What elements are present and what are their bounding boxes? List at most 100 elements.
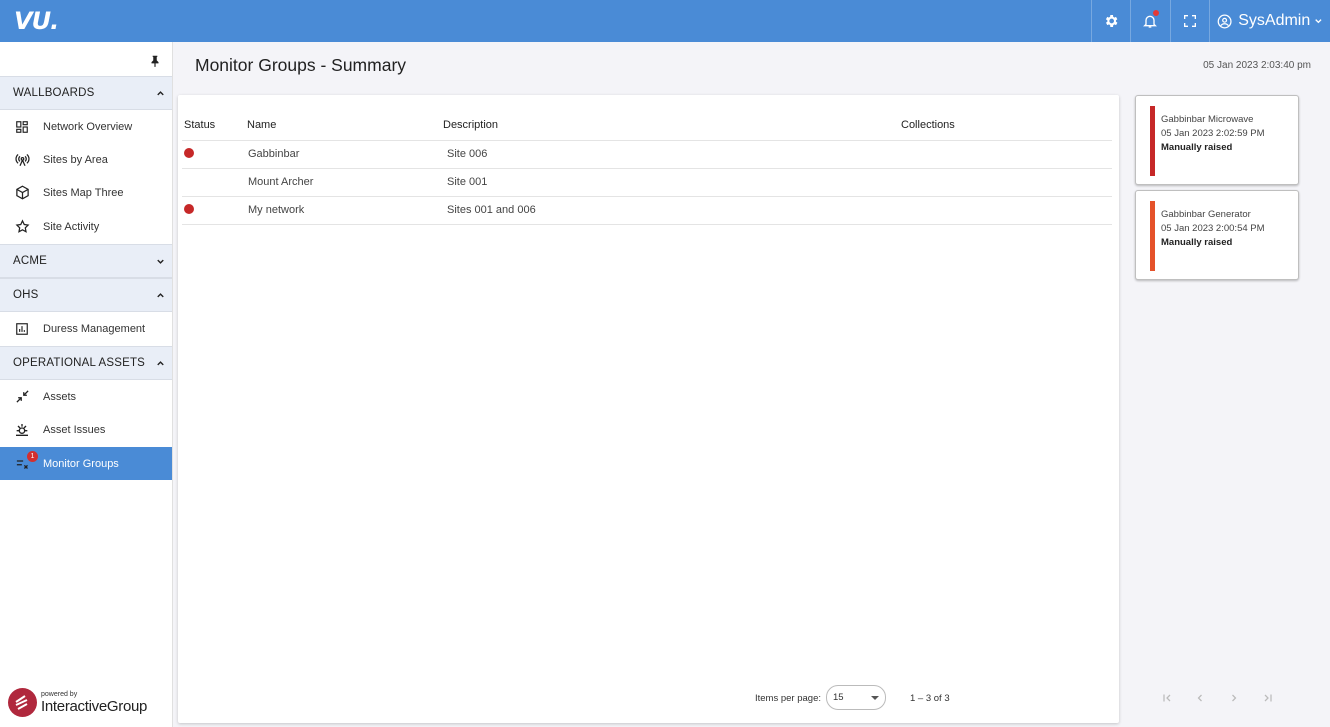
chevron-down-icon [1315,19,1322,24]
notification-badge: 1 [27,450,38,462]
column-header-description[interactable]: Description [443,111,901,141]
alert-title: Gabbinbar Microwave [1161,114,1254,125]
alarm-status-dot [184,203,194,214]
gear-icon [1105,15,1118,27]
app-logo[interactable]: VU. [14,7,59,35]
monitor-groups-table: Status Name Description Collections Gabb… [182,111,1112,225]
chevron-up-icon [157,91,164,96]
user-name: SysAdmin [1238,12,1311,29]
alert-note: Manually raised [1161,237,1233,248]
name-cell: Mount Archer [247,168,443,197]
compress-icon [14,389,30,405]
table-row[interactable]: My network Sites 001 and 006 [182,196,1112,225]
current-timestamp: 05 Jan 2023 2:03:40 pm [1203,60,1311,71]
column-header-status[interactable]: Status [182,111,247,141]
top-bar: VU. SysAdmin [0,0,1330,42]
sidebar-item-site-activity[interactable]: Site Activity [0,210,172,243]
collections-cell [901,168,1112,197]
chevron-left-icon [1197,694,1202,702]
alert-time: 05 Jan 2023 2:00:54 PM [1161,223,1265,234]
sidebar-item-assets[interactable]: Assets [0,380,172,413]
alert-time: 05 Jan 2023 2:02:59 PM [1161,128,1265,139]
powered-by-text: powered by [41,690,78,698]
previous-page-button[interactable] [1191,689,1209,707]
status-cell [182,140,247,169]
alert-card[interactable]: Gabbinbar Generator 05 Jan 2023 2:00:54 … [1135,190,1299,280]
chevron-up-icon [157,293,164,298]
sidebar-item-label: Sites by Area [43,153,108,166]
brand-name: InteractiveGroup [41,697,148,715]
interactive-group-logo-icon [8,688,37,717]
section-wallboards[interactable]: WALLBOARDS [0,76,172,110]
chevron-right-icon [1232,694,1237,702]
page-title: Monitor Groups - Summary [195,55,407,75]
chevron-down-icon [157,259,164,264]
section-acme[interactable]: ACME [0,244,172,278]
next-page-button[interactable] [1225,689,1243,707]
alert-card[interactable]: Gabbinbar Microwave 05 Jan 2023 2:02:59 … [1135,95,1299,185]
paginator: Items per page: 15 1 – 3 of 3 [755,685,1272,711]
section-label: OPERATIONAL ASSETS [13,357,146,369]
table-row[interactable]: Gabbinbar Site 006 [182,140,1112,169]
alert-severity-bar [1150,106,1155,176]
alarm-status-dot [184,147,194,158]
sidebar-item-label: Assets [43,390,77,403]
last-page-button[interactable] [1259,689,1277,707]
items-per-page-label: Items per page: [755,693,822,704]
section-label: ACME [13,255,48,267]
table-header-row: Status Name Description Collections [182,111,1112,141]
status-cell [182,196,247,225]
dashboard-icon [14,119,30,135]
sidebar-item-asset-issues[interactable]: Asset Issues [0,413,172,446]
fullscreen-icon [1184,15,1196,27]
section-label: WALLBOARDS [13,87,95,99]
name-cell: Gabbinbar [247,140,443,169]
account-circle-icon [1217,14,1232,28]
collections-cell [901,196,1112,225]
pin-button[interactable] [148,54,162,73]
notifications-button[interactable] [1130,0,1169,42]
sidebar-item-sites-map-three[interactable]: Sites Map Three [0,176,172,209]
sidebar-item-monitor-groups[interactable]: 1 Monitor Groups [0,447,172,480]
sidebar-item-label: Network Overview [43,120,133,133]
column-header-collections[interactable]: Collections [901,111,1112,141]
description-cell: Site 006 [443,140,901,169]
last-page-icon [1264,694,1272,702]
sidebar-item-duress-management[interactable]: Duress Management [0,312,172,345]
column-header-name[interactable]: Name [247,111,443,141]
sidebar-item-label: Site Activity [43,220,100,233]
user-menu[interactable]: SysAdmin [1209,0,1330,42]
dropdown-arrow-icon [871,696,879,700]
sidebar-item-label: Monitor Groups [43,457,119,470]
section-operational-assets[interactable]: OPERATIONAL ASSETS [0,346,172,380]
list-check-icon: 1 [14,450,38,472]
cube-icon [14,185,30,201]
description-cell: Site 001 [443,168,901,197]
section-ohs[interactable]: OHS [0,278,172,312]
sidebar-item-network-overview[interactable]: Network Overview [0,110,172,143]
alert-severity-bar [1150,201,1155,271]
star-icon [14,219,30,235]
sidebar: WALLBOARDS Network Overview Sites by Are… [0,42,173,727]
settings-button[interactable] [1091,0,1130,42]
fullscreen-button[interactable] [1170,0,1209,42]
description-cell: Sites 001 and 006 [443,196,901,225]
first-page-icon [1163,694,1171,702]
chart-box-icon [14,321,30,337]
chevron-up-icon [157,361,164,366]
alert-title: Gabbinbar Generator [1161,209,1251,220]
name-cell: My network [247,196,443,225]
items-per-page-select[interactable]: 15 [826,685,886,710]
pin-icon [151,55,159,67]
first-page-button[interactable] [1158,689,1176,707]
sidebar-item-label: Duress Management [43,322,146,335]
sidebar-item-sites-by-area[interactable]: Sites by Area [0,143,172,176]
sidebar-item-label: Asset Issues [43,423,106,436]
antenna-icon [14,152,30,168]
collections-cell [901,140,1112,169]
alert-note: Manually raised [1161,142,1233,153]
page-range-label: 1 – 3 of 3 [910,693,950,704]
bug-icon [14,422,30,438]
sidebar-item-label: Sites Map Three [43,186,124,199]
table-row[interactable]: Mount Archer Site 001 [182,168,1112,197]
